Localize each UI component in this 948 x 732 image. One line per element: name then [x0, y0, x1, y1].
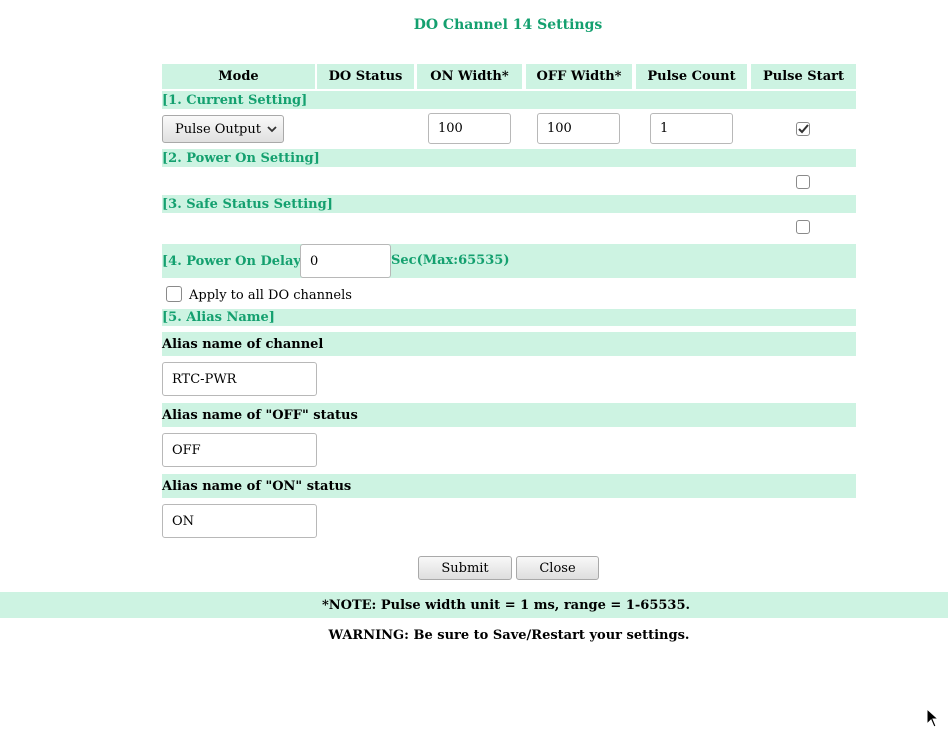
column-header-on-width: ON Width* — [417, 64, 522, 89]
pulse-start-power-on-checkbox[interactable] — [796, 175, 810, 189]
off-width-input[interactable] — [537, 113, 620, 144]
section-safe-status-setting: [3. Safe Status Setting] — [162, 195, 856, 213]
apply-all-checkbox[interactable] — [166, 286, 182, 302]
mode-select-value: Pulse Output — [175, 121, 261, 137]
alias-on-label: Alias name of "ON" status — [162, 478, 352, 494]
save-warning: WARNING: Be sure to Save/Restart your se… — [328, 628, 690, 643]
pulse-start-safe-status-checkbox[interactable] — [796, 220, 810, 234]
alias-off-row: Alias name of "OFF" status — [162, 403, 856, 427]
section-power-on-setting: [2. Power On Setting] — [162, 149, 856, 167]
chevron-down-icon — [267, 122, 277, 137]
mode-select[interactable]: Pulse Output — [162, 115, 284, 143]
power-on-delay-unit: Sec(Max:65535) — [391, 253, 510, 268]
pulse-start-current-checkbox[interactable] — [796, 122, 810, 136]
alias-channel-input[interactable] — [162, 362, 317, 396]
section-label: [1. Current Setting] — [162, 92, 308, 108]
pulse-count-input[interactable] — [650, 113, 733, 144]
alias-on-input[interactable] — [162, 504, 317, 538]
close-button[interactable]: Close — [516, 556, 599, 580]
pulse-width-note: *NOTE: Pulse width unit = 1 ms, range = … — [0, 592, 948, 618]
alias-on-row: Alias name of "ON" status — [162, 474, 856, 498]
alias-channel-label: Alias name of channel — [162, 336, 324, 352]
section-label: [4. Power On Delay] — [162, 253, 308, 269]
column-header-pulse-count: Pulse Count — [636, 64, 747, 89]
power-on-delay-input[interactable] — [300, 244, 391, 278]
note-text: *NOTE: Pulse width unit = 1 ms, range = … — [321, 597, 691, 613]
page-title: DO Channel 14 Settings — [413, 17, 603, 33]
section-label: [3. Safe Status Setting] — [162, 196, 333, 212]
section-label: [5. Alias Name] — [162, 310, 275, 325]
submit-button[interactable]: Submit — [418, 556, 512, 580]
column-header-off-width: OFF Width* — [526, 64, 632, 89]
alias-off-label: Alias name of "OFF" status — [162, 407, 358, 423]
section-current-setting: [1. Current Setting] — [162, 91, 856, 109]
mouse-pointer-icon — [926, 707, 940, 732]
on-width-input[interactable] — [428, 113, 511, 144]
check-icon — [797, 124, 809, 134]
section-alias-name: [5. Alias Name] — [162, 309, 856, 326]
alias-channel-row: Alias name of channel — [162, 332, 856, 356]
section-label: [2. Power On Setting] — [162, 150, 320, 166]
column-header-do-status: DO Status — [317, 64, 414, 89]
alias-off-input[interactable] — [162, 433, 317, 467]
column-header-pulse-start: Pulse Start — [751, 64, 856, 89]
column-header-mode: Mode — [162, 64, 315, 89]
apply-all-label: Apply to all DO channels — [189, 288, 352, 303]
